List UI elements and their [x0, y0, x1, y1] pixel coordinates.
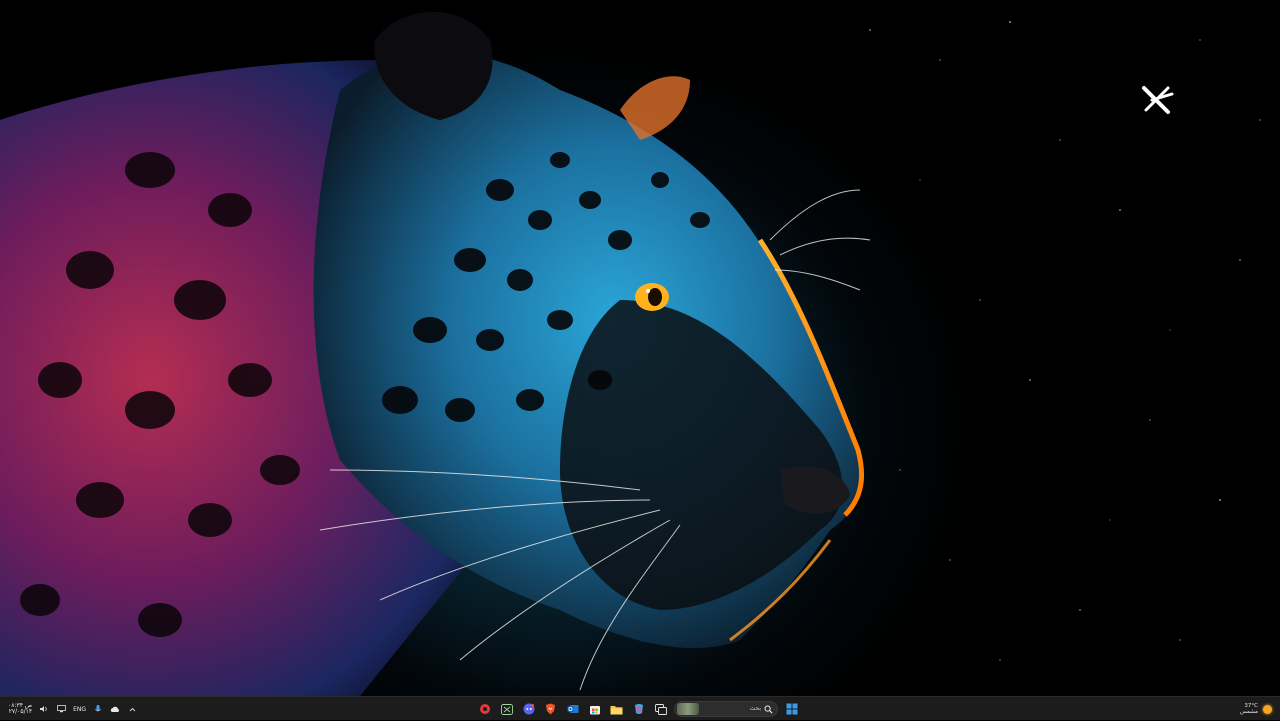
taskbar: ۰۸:۳۴ ص ۲۷/۰۵/۱۴ ENG بحث 37°C مشمس	[0, 696, 1280, 720]
store-icon[interactable]	[586, 701, 603, 718]
xbox-icon[interactable]	[498, 701, 515, 718]
weather-condition: مشمس	[1239, 709, 1258, 715]
sun-icon	[1263, 704, 1272, 714]
outlook-icon[interactable]	[564, 701, 581, 718]
task-view-icon[interactable]	[652, 701, 669, 718]
game-icon[interactable]	[476, 701, 493, 718]
copilot-icon[interactable]	[630, 701, 647, 718]
language-indicator[interactable]: ENG	[73, 706, 86, 713]
file-explorer-icon[interactable]	[608, 701, 625, 718]
microphone-icon[interactable]	[93, 704, 103, 714]
search-highlight-thumbnail	[677, 703, 699, 715]
search-box[interactable]: بحث	[674, 701, 778, 717]
search-icon	[764, 705, 773, 714]
brave-icon[interactable]	[542, 701, 559, 718]
weather-widget[interactable]: 37°C مشمس	[1240, 697, 1272, 721]
system-tray: ۰۸:۳۴ ص ۲۷/۰۵/۱۴ ENG	[8, 697, 137, 721]
taskbar-apps: بحث	[476, 697, 800, 721]
start-button[interactable]	[783, 701, 800, 718]
clock[interactable]: ۰۸:۳۴ ص ۲۷/۰۵/۱۴	[8, 703, 32, 715]
discord-icon[interactable]	[520, 701, 537, 718]
onedrive-cloud-icon[interactable]	[110, 704, 120, 714]
volume-icon[interactable]	[39, 704, 49, 714]
desktop-wallpaper	[0, 0, 1280, 696]
network-icon[interactable]	[56, 704, 66, 714]
chevron-up-icon[interactable]	[127, 704, 137, 714]
jaguar-image	[0, 11, 1261, 696]
clock-date: ۲۷/۰۵/۱۴	[8, 708, 33, 715]
windows-logo-icon	[786, 703, 797, 715]
cross-x-logo-icon[interactable]	[1138, 80, 1178, 120]
search-placeholder: بحث	[749, 705, 761, 712]
